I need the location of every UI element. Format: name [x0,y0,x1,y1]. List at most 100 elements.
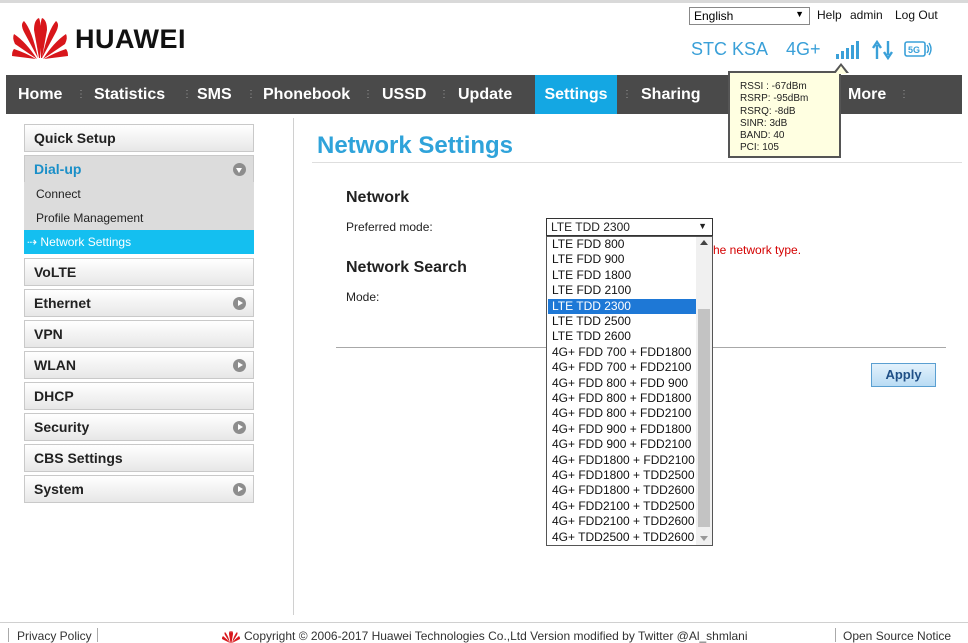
chevron-right-icon [233,359,246,372]
open-source-notice-link[interactable]: Open Source Notice [843,629,951,643]
nav-sharing[interactable]: Sharing [641,75,701,114]
dropdown-option[interactable]: 4G+ FDD 700 + FDD2100 [548,360,696,375]
dropdown-option[interactable]: LTE TDD 2300 [548,298,696,314]
nav-more[interactable]: More [848,75,886,114]
sidebar-subitem-label: Network Settings [40,235,132,249]
sidebar-subitem-label: Profile Management [36,211,144,225]
nav-statistics[interactable]: Statistics [94,75,165,114]
sidebar-item-label: Quick Setup [34,130,116,146]
signal-bars-icon[interactable] [836,41,861,59]
sidebar-item-label: WLAN [34,357,76,373]
preferred-mode-select[interactable]: LTE TDD 2300 ▼ [546,218,713,236]
dropdown-option[interactable]: LTE FDD 2100 [548,283,696,298]
network-type-hint: he network type. [713,243,802,257]
up-down-arrows-icon [872,40,893,60]
nav-separator: ⋮ [899,89,909,100]
network-section-title: Network [346,189,410,206]
sidebar-item-label: VPN [34,326,63,342]
tooltip-rsrp: RSRP: -95dBm [740,93,809,105]
dropdown-option[interactable]: 4G+ FDD1800 + TDD2500 [548,468,696,483]
privacy-policy-link[interactable]: Privacy Policy [17,629,92,643]
dropdown-option[interactable]: 4G+ FDD 700 + FDD1800 [548,345,696,360]
help-link[interactable]: Help [817,8,842,22]
dropdown-option[interactable]: 4G+ FDD 900 + FDD1800 [548,422,696,437]
sidebar-item-vpn[interactable]: VPN [24,320,254,348]
network-type: 4G+ [786,39,821,59]
dropdown-option[interactable]: LTE TDD 2600 [548,329,696,344]
dropdown-option[interactable]: LTE FDD 1800 [548,268,696,283]
language-value: English [694,9,734,23]
nav-phonebook[interactable]: Phonebook [263,75,350,114]
sidebar-item-quick-setup[interactable]: Quick Setup [24,124,254,152]
sidebar-item-label: CBS Settings [34,450,123,466]
nav-separator: ⋮ [246,89,256,100]
chevron-down-icon: ▼ [698,221,707,231]
sidebar-item-ethernet[interactable]: Ethernet [24,289,254,317]
footer-divider [0,622,968,623]
dropdown-option[interactable]: 4G+ FDD 800 + FDD2100 [548,406,696,421]
nav-update[interactable]: Update [458,75,512,114]
sidebar-item-dialup[interactable]: Dial-up [24,155,254,183]
dropdown-option[interactable]: 4G+ FDD 900 + FDD2100 [548,437,696,452]
sidebar-subitem-network-settings[interactable]: ⇢ Network Settings [24,230,254,254]
sidebar-item-dhcp[interactable]: DHCP [24,382,254,410]
copyright-text: Copyright © 2006-2017 Huawei Technologie… [244,629,748,643]
nav-separator: ⋮ [182,89,192,100]
dropdown-option[interactable]: 4G+ FDD2100 + TDD2600 [548,514,696,529]
tooltip-pci: PCI: 105 [740,142,779,154]
apply-button[interactable]: Apply [871,363,936,387]
scroll-down-icon[interactable] [700,536,708,541]
dropdown-option[interactable]: 4G+ TDD2500 + TDD2600 [548,530,696,545]
dropdown-option[interactable]: LTE FDD 800 [548,237,696,252]
tooltip-rssi: RSSI : -67dBm [740,81,807,92]
nav-home[interactable]: Home [18,75,62,114]
arrow-right-icon: ⇢ [27,235,38,249]
logout-link[interactable]: Log Out [895,8,938,22]
nav-sms[interactable]: SMS [197,75,232,114]
dropdown-option[interactable]: 4G+ FDD1800 + FDD2100 [548,453,696,468]
dropdown-option[interactable]: 4G+ FDD1800 + TDD2600 [548,483,696,498]
dropdown-option[interactable]: 4G+ FDD2100 + TDD2500 [548,499,696,514]
sidebar-item-security[interactable]: Security [24,413,254,441]
huawei-small-logo-icon [222,631,240,643]
network-search-section-title: Network Search [346,259,467,276]
top-border [0,0,968,3]
sidebar-item-label: VoLTE [34,264,77,280]
nav-separator: ⋮ [363,89,373,100]
nav-separator: ⋮ [439,89,449,100]
dropdown-option[interactable]: 4G+ FDD 800 + FDD 900 [548,376,696,391]
chevron-right-icon [233,421,246,434]
huawei-flower-icon [12,18,68,59]
page-title: Network Settings [317,132,514,159]
sidebar-subitem-profile-management[interactable]: Profile Management [24,206,254,230]
sidebar-subitem-connect[interactable]: Connect [24,182,254,206]
nav-settings[interactable]: Settings [535,75,617,114]
scrollbar-thumb[interactable] [698,309,710,527]
operator-name: STC KSA [691,39,769,59]
mode-label: Mode: [346,290,380,304]
sidebar-item-label: DHCP [34,388,74,404]
5g-wifi-icon[interactable]: 5G [904,40,934,59]
sidebar-item-label: Dial-up [34,161,82,177]
dropdown-option[interactable]: LTE TDD 2500 [548,314,696,329]
chevron-down-icon: ▼ [795,9,804,19]
nav-ussd[interactable]: USSD [382,75,426,114]
sidebar-item-wlan[interactable]: WLAN [24,351,254,379]
signal-tooltip: RSSI : -67dBm RSRP: -95dBm RSRQ: -8dB SI… [728,63,849,158]
preferred-mode-dropdown[interactable]: 4G+ TDD2500 + TDD2600 4G+ FDD2100 + TDD26… [546,236,713,546]
sidebar-item-label: Security [34,419,90,435]
dropdown-option[interactable]: LTE FDD 900 [548,252,696,267]
sidebar-item-cbs-settings[interactable]: CBS Settings [24,444,254,472]
dropdown-option[interactable]: 4G+ FDD 800 + FDD1800 [548,391,696,406]
scroll-up-icon[interactable] [700,240,708,245]
language-select[interactable]: English ▼ [689,7,810,25]
tooltip-sinr: SINR: 3dB [740,117,788,129]
dropdown-scrollbar[interactable] [696,237,712,545]
sidebar-subitem-label: Connect [36,187,81,201]
nav-separator: ⋮ [622,89,632,100]
sidebar-item-label: Ethernet [34,295,91,311]
tooltip-band: BAND: 40 [740,130,785,142]
sidebar-item-volte[interactable]: VoLTE [24,258,254,286]
preferred-mode-label: Preferred mode: [346,220,433,234]
sidebar-item-system[interactable]: System [24,475,254,503]
